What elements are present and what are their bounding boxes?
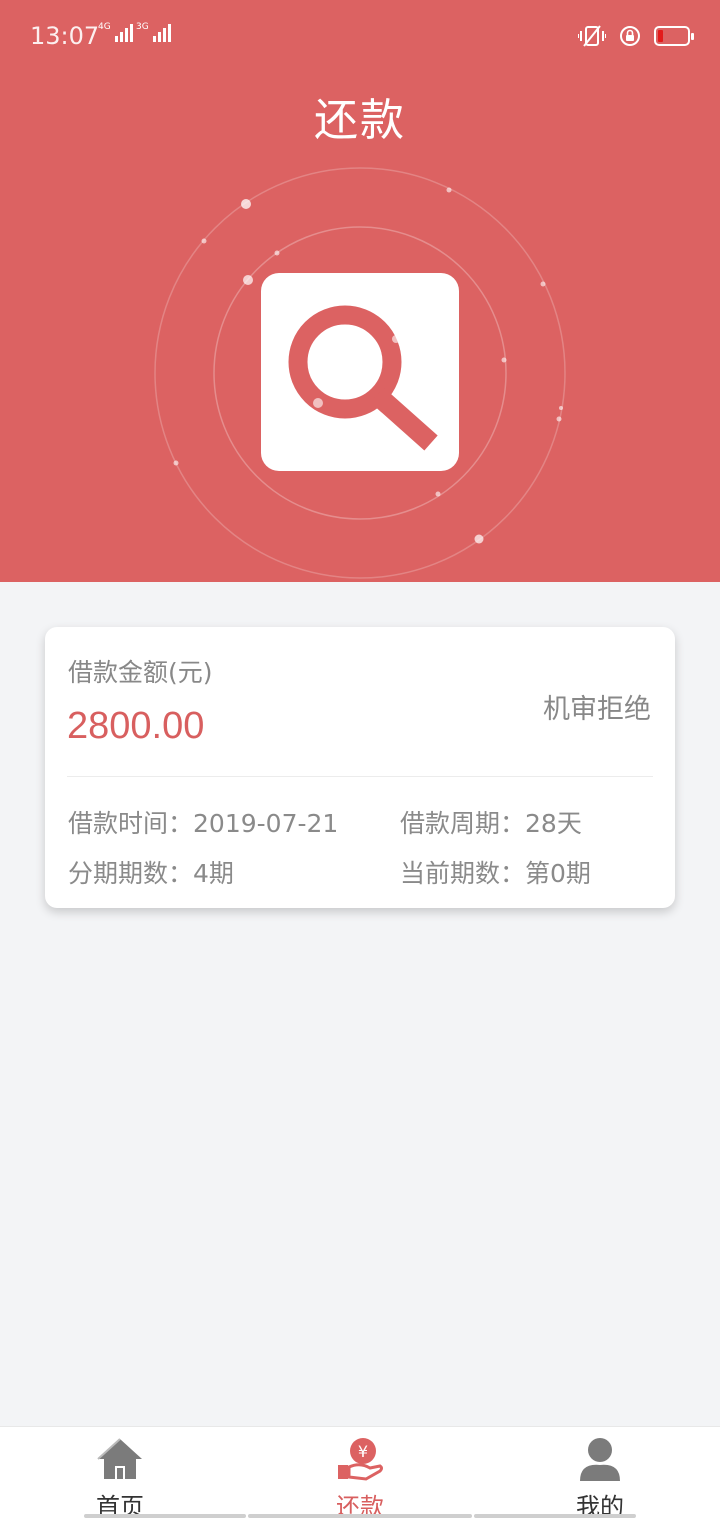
- tab-home[interactable]: 首页: [0, 1427, 240, 1520]
- svg-text:¥: ¥: [358, 1442, 368, 1461]
- tab-mine[interactable]: 我的: [480, 1427, 720, 1520]
- magnifier-icon: [288, 305, 438, 451]
- loan-date-value: 2019-07-21: [193, 809, 339, 838]
- search-illustration-card: [261, 273, 459, 471]
- nav-indicator-right: [474, 1514, 636, 1518]
- tab-repay[interactable]: ¥ 还款: [240, 1427, 480, 1520]
- nav-indicator-center: [248, 1514, 472, 1518]
- loan-period-value: 28天: [525, 809, 582, 838]
- loan-date-field: 借款时间：2019-07-21: [68, 804, 338, 840]
- nav-indicator-left: [84, 1514, 246, 1518]
- loan-info-card[interactable]: 借款金额(元) 2800.00 机审拒绝 借款时间：2019-07-21 借款周…: [45, 627, 675, 908]
- loan-amount-label: 借款金额(元): [68, 658, 213, 687]
- loan-period-label: 借款周期：: [400, 809, 526, 838]
- installments-field: 分期期数：4期: [68, 854, 234, 890]
- loan-amount-value: 2800.00: [67, 705, 205, 747]
- user-icon: [580, 1438, 620, 1481]
- current-installment-label: 当前期数：: [400, 859, 526, 888]
- bottom-tab-bar: 首页 ¥ 还款 我的: [0, 1426, 720, 1520]
- header-banner: 13:07 4G 3G 还款: [0, 0, 720, 582]
- installments-label: 分期期数：: [68, 859, 194, 888]
- current-installment-value: 第0期: [525, 859, 591, 888]
- installments-value: 4期: [193, 859, 234, 888]
- repayment-screen: 13:07 4G 3G 还款 借款金额(元) 2800.00 机审拒绝 借款时间…: [0, 0, 720, 1520]
- home-icon: [97, 1438, 142, 1479]
- repay-yuan-icon: ¥: [338, 1438, 383, 1481]
- card-divider: [67, 776, 653, 777]
- current-installment-field: 当前期数：第0期: [400, 854, 591, 890]
- loan-date-label: 借款时间：: [68, 809, 194, 838]
- loan-status-text: 机审拒绝: [543, 694, 651, 725]
- loan-period-field: 借款周期：28天: [400, 804, 582, 840]
